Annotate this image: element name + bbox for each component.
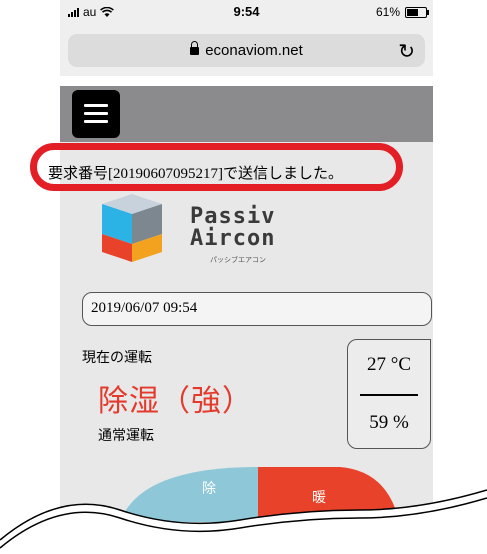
url-text: econaviom.net [205, 42, 303, 59]
status-bar: au 9:54 61% [60, 0, 433, 26]
env-divider [360, 394, 418, 396]
operation-submode: 通常運転 [98, 429, 154, 444]
operation-mode: 除湿（強） [98, 385, 253, 418]
torn-edge-decoration [0, 489, 487, 554]
logo-line2: Aircon [190, 226, 276, 251]
status-right: 61% [375, 5, 429, 19]
highlight-ring [30, 143, 403, 191]
logo-line1: Passiv [190, 204, 276, 229]
temperature-value: 27 °C [366, 354, 412, 375]
battery-percent: 61% [375, 5, 400, 19]
humidity-value: 59 % [369, 412, 409, 433]
datetime-value: 2019/06/07 09:54 [91, 300, 198, 316]
battery-icon [405, 6, 429, 18]
datetime-box: 2019/06/07 09:54 [82, 292, 432, 326]
hamburger-menu-icon[interactable] [72, 90, 120, 138]
passiv-aircon-logo-icon [102, 194, 162, 262]
logo-wordmark: Passiv Aircon [190, 206, 275, 250]
operation-label: 現在の運転 [82, 351, 152, 366]
lock-icon [190, 41, 200, 55]
browser-bar: econaviom.net ↻ [60, 26, 433, 76]
environment-box: 27 °C 59 % [347, 339, 431, 449]
url-display[interactable]: econaviom.net [68, 41, 425, 59]
address-bar[interactable]: econaviom.net ↻ [68, 34, 425, 67]
reload-icon[interactable]: ↻ [398, 39, 415, 64]
logo-subtitle: パッシブエアコン [210, 257, 266, 264]
site-header [60, 86, 433, 142]
